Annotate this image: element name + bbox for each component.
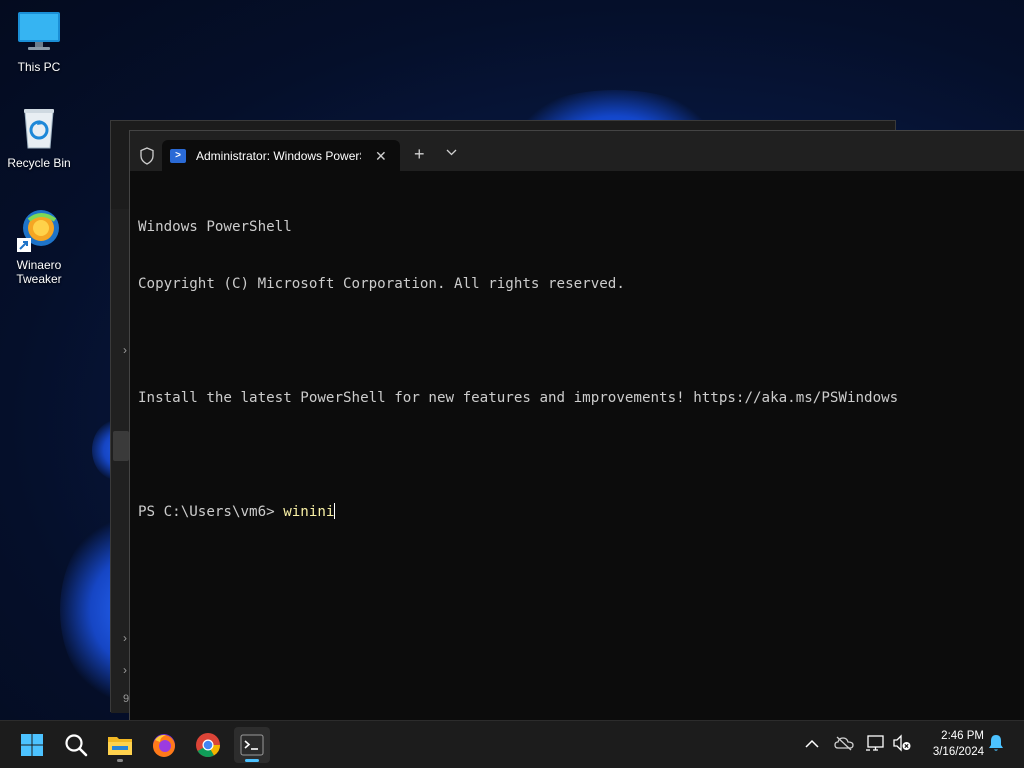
desktop-icon-recycle-bin[interactable]: Recycle Bin bbox=[1, 104, 77, 170]
background-window-sidebar bbox=[111, 209, 130, 713]
command-input[interactable]: winini bbox=[283, 504, 334, 520]
search-icon bbox=[65, 734, 88, 757]
console-line: Install the latest PowerShell for new fe… bbox=[138, 390, 899, 406]
network-button[interactable] bbox=[866, 733, 886, 753]
clock-date: 3/16/2024 bbox=[932, 746, 984, 758]
taskbar-terminal[interactable] bbox=[234, 727, 270, 763]
new-tab-button[interactable]: + bbox=[414, 145, 425, 163]
console-line: Windows PowerShell bbox=[138, 219, 292, 235]
close-tab-icon[interactable]: ✕ bbox=[375, 149, 387, 163]
desktop-icon-this-pc[interactable]: This PC bbox=[1, 8, 77, 74]
onedrive-button[interactable] bbox=[834, 733, 854, 753]
clock[interactable]: 2:46 PM 3/16/2024 bbox=[922, 728, 984, 760]
file-explorer-icon bbox=[108, 737, 132, 755]
show-hidden-icons-button[interactable] bbox=[802, 733, 822, 753]
background-window-selection bbox=[113, 431, 129, 461]
desktop-icon-label: Winaero Tweaker bbox=[16, 258, 62, 286]
recycle-bin-icon bbox=[15, 104, 63, 152]
tab-title: Administrator: Windows PowerShell bbox=[196, 148, 361, 163]
taskbar-file-explorer[interactable] bbox=[102, 727, 138, 763]
onedrive-icon bbox=[834, 736, 854, 751]
firefox-icon bbox=[153, 734, 175, 757]
chevron-right-icon[interactable]: › bbox=[123, 663, 127, 677]
terminal-titlebar[interactable]: > Administrator: Windows PowerShell ✕ + bbox=[130, 131, 1024, 171]
volume-muted-icon bbox=[893, 734, 911, 752]
taskbar: 2:46 PM 3/16/2024 bbox=[0, 720, 1024, 768]
desktop-icon-label: Recycle Bin bbox=[7, 156, 71, 170]
winaero-tweaker-icon bbox=[15, 206, 63, 254]
prompt-text: PS C:\Users\vm6> bbox=[138, 504, 284, 520]
chevron-up-icon bbox=[805, 739, 819, 748]
clock-time: 2:46 PM bbox=[941, 730, 984, 742]
terminal-icon bbox=[240, 734, 264, 756]
running-indicator bbox=[245, 759, 259, 762]
chevron-right-icon[interactable]: › bbox=[123, 631, 127, 645]
chevron-right-icon[interactable]: › bbox=[123, 343, 127, 357]
volume-button[interactable] bbox=[892, 733, 912, 753]
prompt-line[interactable]: PS C:\Users\vm6> winini bbox=[138, 503, 1024, 522]
chrome-icon bbox=[196, 733, 220, 758]
tab-powershell[interactable]: > Administrator: Windows PowerShell ✕ bbox=[162, 140, 400, 171]
admin-shield-icon bbox=[139, 147, 155, 165]
start-button[interactable] bbox=[14, 727, 50, 763]
desktop-icon-label: This PC bbox=[17, 60, 61, 74]
desktop-icon-winaero-tweaker[interactable]: Winaero Tweaker bbox=[1, 206, 77, 286]
powershell-icon: > bbox=[170, 148, 186, 163]
notification-bell-icon bbox=[989, 735, 1003, 751]
notifications-button[interactable] bbox=[986, 733, 1006, 753]
text-cursor bbox=[334, 503, 336, 519]
terminal-console[interactable]: Windows PowerShell Copyright (C) Microso… bbox=[130, 171, 1024, 560]
start-icon bbox=[21, 734, 43, 756]
network-icon bbox=[866, 735, 884, 751]
taskbar-firefox[interactable] bbox=[146, 727, 182, 763]
running-indicator bbox=[117, 759, 123, 762]
monitor-icon bbox=[15, 8, 63, 56]
chevron-down-icon[interactable] bbox=[446, 147, 457, 159]
search-button[interactable] bbox=[58, 727, 94, 763]
terminal-window[interactable]: > Administrator: Windows PowerShell ✕ + … bbox=[129, 130, 1024, 720]
console-line: Copyright (C) Microsoft Corporation. All… bbox=[138, 276, 625, 292]
taskbar-chrome[interactable] bbox=[190, 727, 226, 763]
